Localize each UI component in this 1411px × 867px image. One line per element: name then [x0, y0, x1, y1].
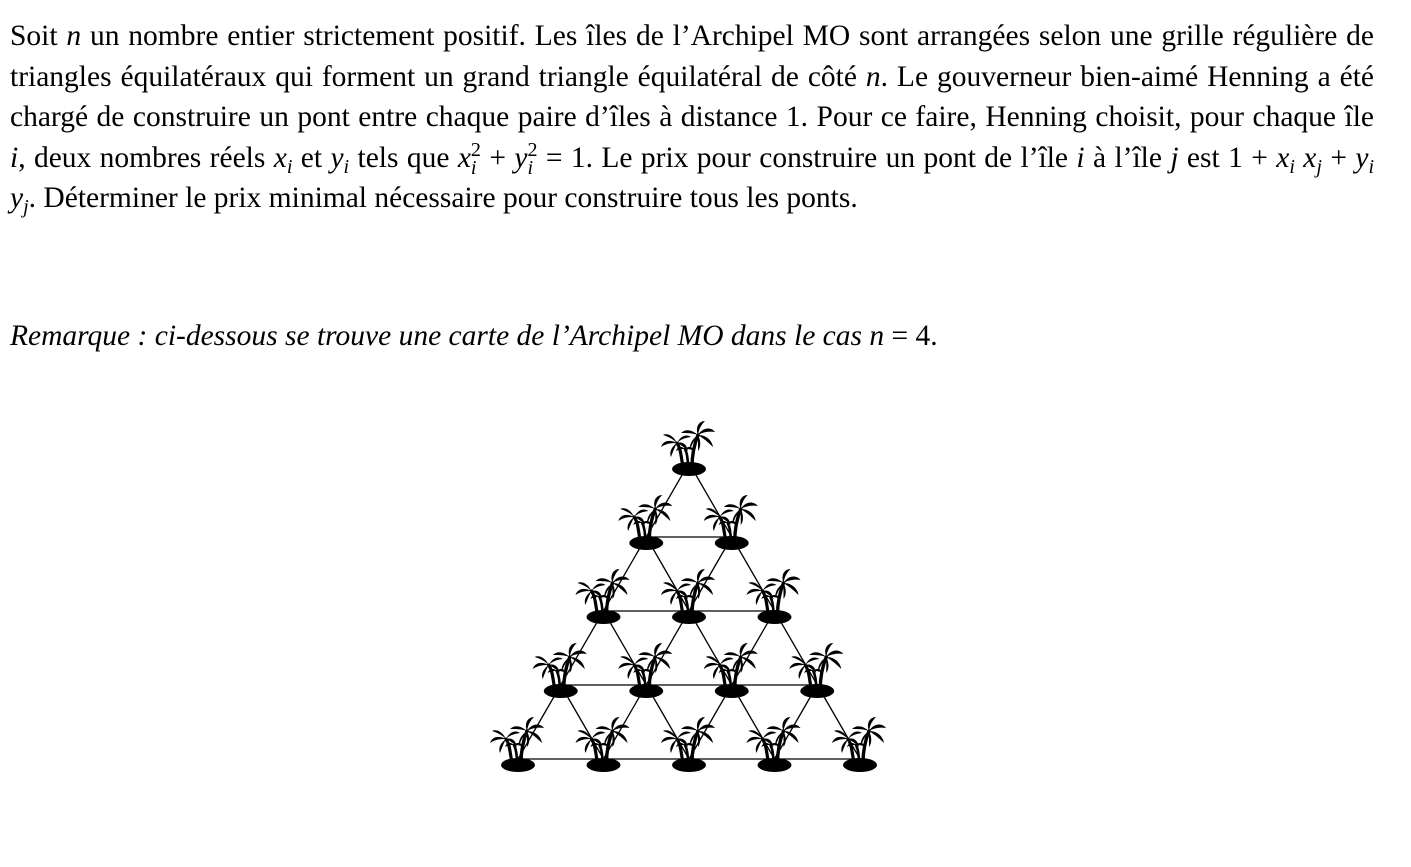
palm-island-icon [573, 567, 632, 626]
archipelago-map [490, 419, 888, 774]
remark: Remarque : ci-dessous se trouve une cart… [10, 320, 938, 352]
palm-island-icon [659, 419, 717, 478]
palm-island-icon [490, 715, 546, 774]
remark-n: n [869, 320, 885, 352]
problem-statement: Soit n un nombre entier strictement posi… [10, 20, 1375, 219]
islands [490, 419, 888, 774]
palm-island-icon [616, 493, 674, 552]
palm-island-icon [531, 641, 589, 700]
